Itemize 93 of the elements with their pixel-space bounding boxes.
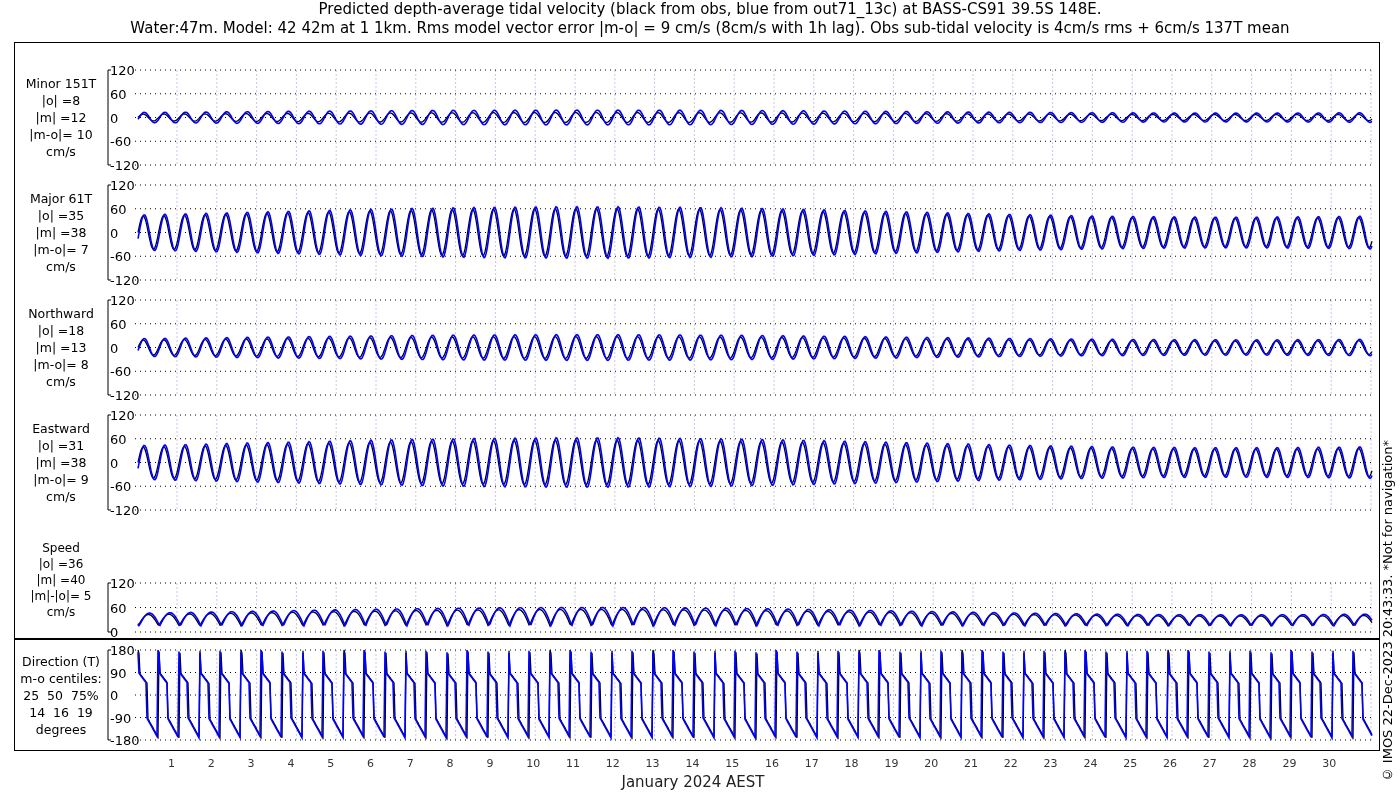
- y-tick-label: 120: [110, 576, 135, 591]
- x-tick-label: 5: [327, 757, 335, 770]
- panel-label-text: |m-o|= 9: [33, 471, 89, 488]
- y-tick-label: 60: [110, 431, 127, 447]
- x-tick-label: 1: [168, 757, 175, 770]
- x-tick-label: 25: [1123, 757, 1138, 770]
- x-tick-label: 28: [1242, 757, 1257, 770]
- y-axis: [107, 582, 112, 633]
- x-tick-label: 14: [685, 757, 700, 770]
- panel-label-text: |o| =31: [37, 437, 85, 454]
- x-tick-label: 8: [446, 757, 454, 770]
- panel-label-text: cm/s: [46, 143, 76, 160]
- panel-label-text: degrees: [35, 720, 87, 738]
- y-tick-label: -60: [110, 249, 132, 265]
- panel-label-text: |m-o|= 10: [29, 126, 93, 143]
- y-tick-label: 180: [110, 643, 135, 658]
- x-tick-label: 19: [884, 757, 899, 770]
- panel-label-text: |m| =38: [35, 454, 87, 471]
- panel-label-text: Northward: [28, 305, 94, 322]
- y-tick-label: 0: [110, 625, 119, 638]
- y-tick-label: 0: [110, 110, 119, 126]
- x-tick-label: 7: [406, 757, 414, 770]
- y-tick-label: 60: [110, 201, 127, 217]
- y-tick-label: -60: [110, 134, 132, 150]
- panel-label-text: |m| =40: [36, 572, 86, 588]
- y-tick-label: -90: [110, 710, 132, 726]
- x-tick-label: 4: [287, 757, 295, 770]
- x-tick-label: 11: [566, 757, 580, 770]
- y-tick-label: 120: [110, 293, 135, 308]
- y-tick-label: -60: [110, 364, 132, 380]
- panel-label-text: |m|-|o|= 5: [30, 588, 92, 604]
- y-tick-label: 0: [110, 340, 119, 356]
- x-tick-label: 15: [725, 757, 740, 770]
- y-tick-label: -120: [110, 158, 140, 173]
- panel-label-text: Minor 151T: [25, 75, 97, 92]
- panel-label-text: |o| =35: [37, 207, 85, 224]
- x-tick-label: 18: [844, 757, 859, 770]
- x-tick-label: 17: [804, 757, 819, 770]
- panel-label-text: Major 61T: [29, 190, 93, 207]
- x-tick-label: 30: [1322, 757, 1337, 770]
- chart-title: Water:47m. Model: 42 42m at 1 1km. Rms model vector error |m-o| = 9 cm/s (8cm/s with 1h lag). Obs sub-tidal velocity is 4cm/s rms + 6cm/s 137T mean: [130, 19, 1290, 38]
- y-tick-label: 0: [110, 688, 119, 703]
- x-tick-label: 27: [1202, 757, 1217, 770]
- panel-label-text: |o| =36: [38, 556, 84, 572]
- x-tick-label: 12: [605, 757, 620, 770]
- y-tick-label: -120: [110, 503, 140, 518]
- y-tick-label: 60: [110, 600, 127, 616]
- panel-label-text: |m| =38: [35, 224, 87, 241]
- x-tick-label: 22: [1003, 757, 1018, 770]
- y-tick-label: 90: [110, 665, 127, 681]
- x-tick-label: 13: [645, 757, 660, 770]
- panel-label-text: |m-o|= 7: [33, 241, 89, 258]
- y-tick-label: 0: [110, 225, 119, 241]
- y-tick-label: 120: [110, 408, 135, 423]
- x-tick-label: 16: [765, 757, 779, 770]
- y-tick-label: 60: [110, 86, 127, 102]
- panel-label-text: |m| =13: [35, 339, 87, 356]
- y-tick-label: 60: [110, 316, 127, 332]
- copyright-note: © IMOS 22-Dec-2023 20:43:33. *Not for navigation*: [1380, 439, 1396, 782]
- x-tick-label: 3: [247, 757, 255, 770]
- panel-label-text: cm/s: [46, 488, 76, 505]
- panel-label-text: cm/s: [46, 258, 76, 275]
- x-axis-label: January 2024 AEST: [619, 773, 766, 791]
- panel-label-text: cm/s: [46, 373, 76, 390]
- y-tick-label: -180: [110, 733, 140, 748]
- panel-label-text: m-o centiles:: [20, 669, 102, 687]
- y-tick-label: -60: [110, 479, 132, 495]
- y-tick-label: -120: [110, 388, 140, 403]
- y-tick-label: -120: [110, 273, 140, 288]
- x-tick-label: 20: [924, 757, 939, 770]
- x-tick-label: 24: [1083, 757, 1098, 770]
- x-tick-label: 21: [964, 757, 978, 770]
- panel-label-text: 14 16 19: [29, 703, 93, 721]
- x-tick-label: 2: [207, 757, 215, 770]
- panel-label-text: |m-o|= 8: [33, 356, 89, 373]
- x-tick-label: 6: [367, 757, 374, 770]
- y-tick-label: 0: [110, 455, 119, 471]
- panel-label-text: |m| =12: [35, 109, 87, 126]
- x-tick-label: 9: [486, 757, 494, 770]
- y-tick-label: 120: [110, 63, 135, 78]
- panel-label-text: Eastward: [32, 420, 90, 437]
- panel-label-text: Speed: [42, 540, 80, 556]
- x-tick-label: 29: [1282, 757, 1297, 770]
- panel-label-text: |o| =8: [41, 92, 81, 109]
- x-tick-label: 10: [526, 757, 541, 770]
- x-tick-label: 23: [1043, 757, 1058, 770]
- panel-label-text: |o| =18: [37, 322, 85, 339]
- chart-title: Predicted depth-average tidal velocity (black from obs, blue from out71_13c) at BASS-CS91 39.5S 148E.: [318, 0, 1102, 19]
- x-tick-label: 26: [1163, 757, 1177, 770]
- panel-label-text: Direction (T): [22, 652, 100, 670]
- panel-label-text: 25 50 75%: [23, 686, 99, 704]
- y-tick-label: 120: [110, 178, 135, 193]
- panel-label-text: cm/s: [46, 604, 76, 620]
